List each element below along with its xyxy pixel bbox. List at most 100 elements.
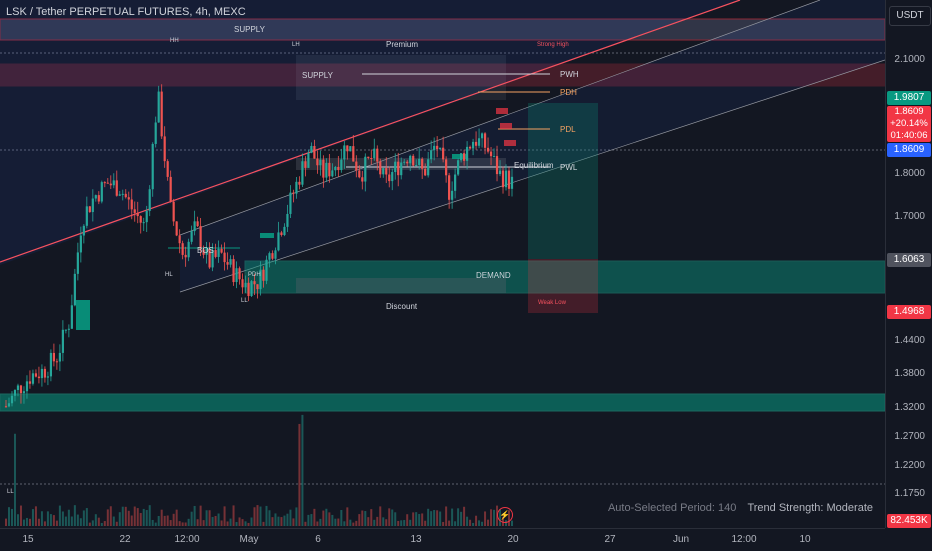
- candle-body: [112, 180, 115, 186]
- volume-bar: [250, 517, 253, 526]
- currency-unit-button[interactable]: USDT: [889, 6, 931, 26]
- volume-bar: [490, 509, 493, 526]
- candle-body: [430, 150, 433, 160]
- price-tick: 1.2700: [894, 431, 925, 442]
- candle-body: [343, 145, 346, 160]
- price-axis[interactable]: USDT 2.1000 1.9807 1.8609 +20.14% 01:40:…: [885, 0, 932, 528]
- pwl-label: PWL: [560, 163, 578, 172]
- volume-bar: [148, 505, 151, 526]
- volume-bar: [166, 515, 169, 526]
- candle-body: [289, 192, 292, 214]
- volume-bar: [358, 514, 361, 526]
- candle-body: [271, 253, 274, 259]
- candle-body: [244, 282, 247, 288]
- candle-body: [70, 305, 73, 329]
- candle-body: [19, 385, 23, 394]
- volume-bar: [475, 515, 478, 526]
- price-badge-current-2: 1.8609: [887, 143, 931, 157]
- volume-bar: [433, 510, 436, 526]
- volume-bar: [5, 518, 7, 526]
- volume-bar: [34, 506, 37, 526]
- bottom-demand-zone: [0, 393, 885, 412]
- candle-body: [250, 281, 253, 297]
- candle-body: [73, 273, 76, 306]
- candle-body: [325, 162, 328, 178]
- volume-bar: [307, 514, 310, 526]
- volume-bar: [109, 506, 112, 526]
- candle-body: [253, 281, 256, 285]
- candle-body: [328, 162, 331, 177]
- volume-bar: [364, 511, 367, 526]
- candle-body: [465, 146, 469, 161]
- volume-bar: [403, 520, 406, 526]
- volume-bar: [136, 508, 139, 526]
- volume-bar: [145, 510, 148, 526]
- candle-body: [184, 254, 187, 258]
- candle-body: [28, 381, 32, 384]
- candle-body: [220, 248, 223, 253]
- candle-body: [85, 206, 88, 226]
- period-text: Auto-Selected Period: 140: [607, 502, 737, 514]
- candle-body: [79, 235, 82, 253]
- time-tick: 20: [507, 534, 519, 545]
- candle-body: [355, 161, 358, 171]
- volume-bar: [430, 511, 433, 526]
- time-tick: 6: [315, 534, 321, 545]
- volume-bar: [286, 513, 289, 526]
- time-tick: 15: [22, 534, 34, 545]
- time-tick: 22: [119, 534, 131, 545]
- price-tick: 1.1750: [894, 488, 925, 499]
- candle-body: [187, 241, 190, 258]
- candle-body: [504, 170, 508, 188]
- volume-bar: [142, 508, 145, 526]
- candle-body: [439, 147, 442, 150]
- volume-bar: [43, 521, 46, 526]
- candle-body: [358, 170, 361, 178]
- candle-body: [268, 253, 271, 260]
- candle-body: [67, 328, 70, 330]
- candle-body: [139, 216, 142, 223]
- candle-body: [64, 329, 67, 331]
- volume-bar: [181, 522, 184, 526]
- volume-bar: [454, 521, 457, 526]
- volume-bar: [415, 512, 418, 526]
- chart-canvas[interactable]: [0, 0, 885, 528]
- time-axis[interactable]: 15 22 12:00 May 6 13 20 27 Jun 12:00 10: [0, 528, 885, 551]
- candle-body: [400, 162, 403, 176]
- price-chart[interactable]: LSK / Tether PERPETUAL FUTURES, 4h, MEXC…: [0, 0, 885, 528]
- candle-body: [142, 222, 145, 224]
- chart-title: LSK / Tether PERPETUAL FUTURES, 4h, MEXC: [6, 6, 246, 18]
- candle-body: [115, 180, 118, 196]
- volume-bar: [202, 520, 205, 526]
- volume-bar: [322, 510, 325, 526]
- candle-body: [409, 155, 412, 164]
- candle-body: [480, 133, 484, 139]
- candle-body: [94, 195, 97, 199]
- volume-bar: [280, 517, 283, 526]
- supply-mid-label: SUPPLY: [302, 71, 333, 80]
- candle-body: [501, 170, 505, 188]
- strength-text: Trend Strength: Moderate: [747, 502, 873, 514]
- ll-label: LL: [241, 298, 248, 304]
- volume-bar: [370, 509, 373, 526]
- volume-bar: [274, 513, 277, 526]
- volume-bar: [406, 514, 409, 526]
- volume-bar: [124, 506, 127, 526]
- candle-body: [474, 141, 478, 146]
- volume-bar: [10, 508, 13, 526]
- volume-bar: [244, 521, 247, 526]
- volume-bar: [289, 509, 292, 526]
- candle-body: [340, 159, 343, 171]
- volume-bar: [268, 510, 271, 526]
- volume-bar: [265, 505, 268, 526]
- time-tick: 27: [604, 534, 616, 545]
- lightning-icon[interactable]: ⚡: [497, 507, 513, 523]
- candle-body: [310, 145, 313, 153]
- discount-zone: [296, 278, 506, 293]
- volume-bar: [325, 508, 328, 526]
- volume-bar: [493, 509, 496, 526]
- candle-body: [61, 329, 64, 353]
- candle-body: [418, 158, 421, 166]
- volume-bar: [421, 513, 424, 526]
- price-tick: 1.8000: [894, 168, 925, 179]
